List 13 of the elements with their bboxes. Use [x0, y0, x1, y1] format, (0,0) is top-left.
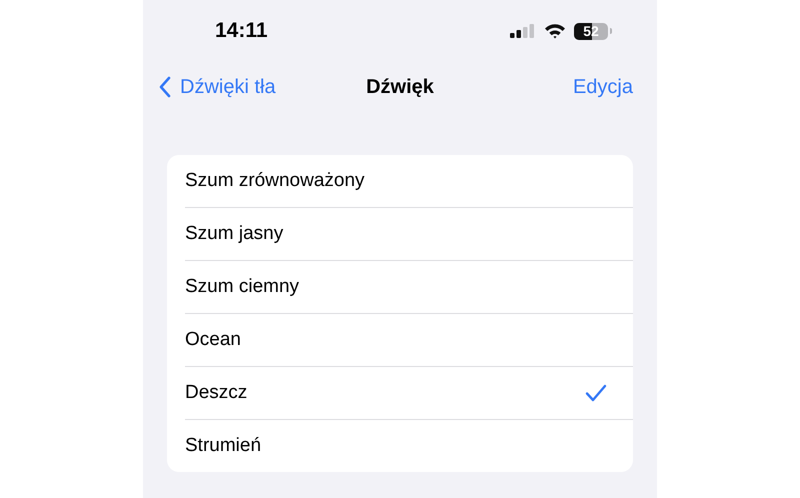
clock-time: 14:11: [215, 19, 268, 43]
screen-title: Dźwięk: [366, 76, 434, 98]
sound-option[interactable]: Ocean: [185, 314, 633, 367]
chevron-left-icon: [158, 76, 171, 98]
sound-option[interactable]: Deszcz: [185, 367, 633, 420]
sound-option[interactable]: Szum jasny: [185, 208, 633, 261]
back-button[interactable]: Dźwięki tła: [158, 76, 276, 98]
wifi-icon: [544, 23, 566, 39]
sound-option[interactable]: Strumień: [185, 420, 633, 472]
sound-option[interactable]: Szum ciemny: [185, 261, 633, 314]
sound-option[interactable]: Szum zrównoważony: [185, 155, 633, 208]
edit-button[interactable]: Edycja: [572, 76, 633, 98]
signal-icon: [510, 24, 536, 38]
